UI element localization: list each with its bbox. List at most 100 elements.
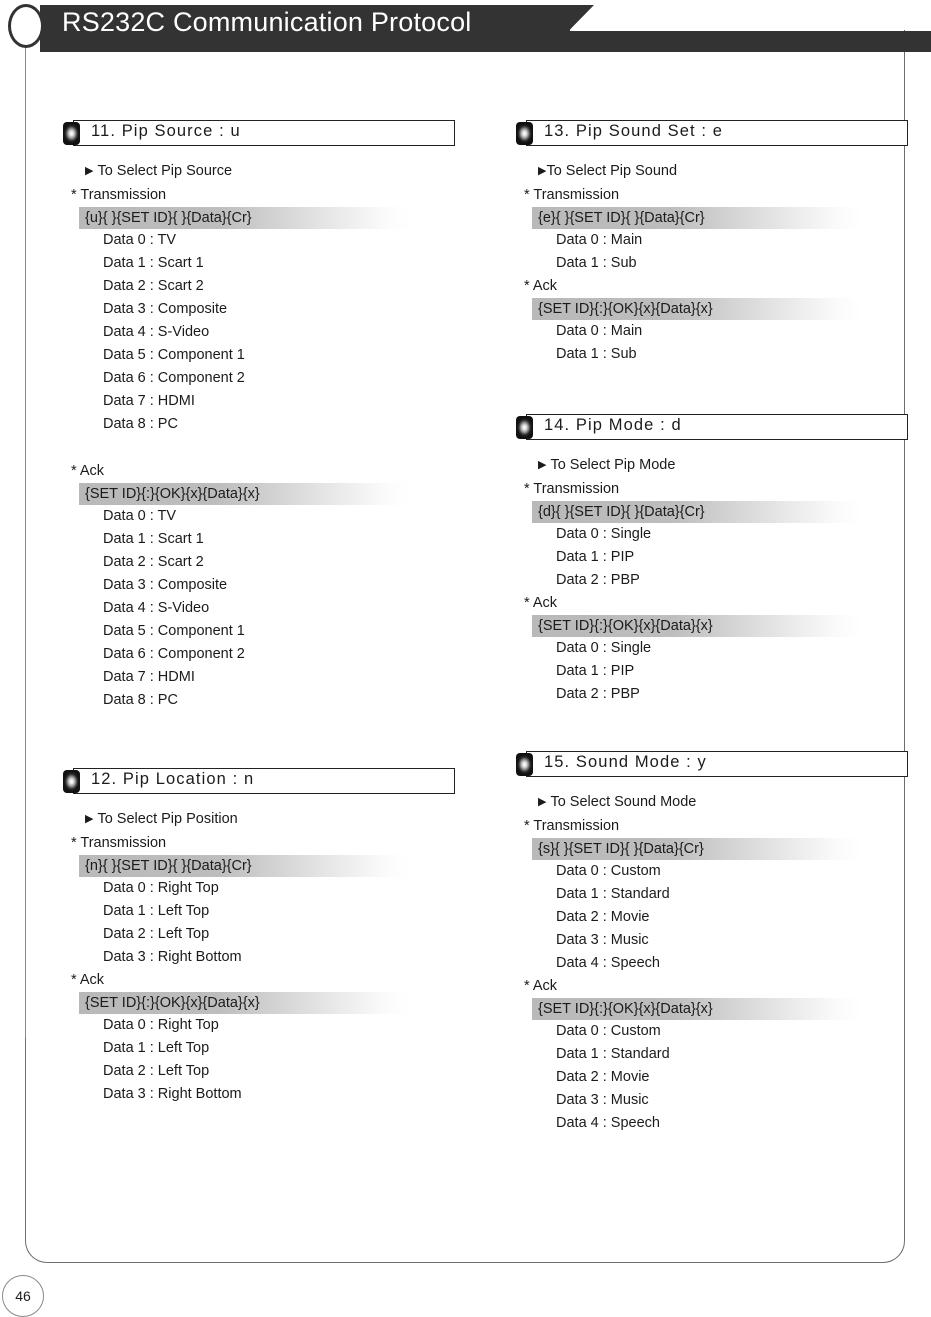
ack-label: * Ack <box>524 978 558 994</box>
transmission-data-item: Data 2 : Movie <box>556 909 650 925</box>
transmission-data-item: Data 3 : Right Bottom <box>103 949 242 965</box>
purpose-line: ▶ To Select Pip Position <box>85 808 455 832</box>
ack-data-item: Data 1 : Standard <box>556 1046 670 1062</box>
ack-data-item: Data 2 : PBP <box>556 686 640 702</box>
ack-label: * Ack <box>524 278 558 294</box>
transmission-data-item: Data 6 : Component 2 <box>103 370 245 386</box>
header-bar-wedge <box>548 5 594 52</box>
protocol-section-12: 12. Pip Location : n ▶ To Select Pip Posit… <box>55 768 455 1106</box>
ack-data-item: Data 2 : Scart 2 <box>103 554 204 570</box>
transmission-command: {s}{ }{SET ID}{ }{Data}{Cr} <box>532 838 862 860</box>
purpose-text: To Select Pip Source <box>97 163 233 179</box>
transmission-label: * Transmission <box>71 835 167 851</box>
page-number: 46 <box>2 1275 44 1317</box>
transmission-data-item: Data 1 : PIP <box>556 549 635 565</box>
ack-data-item: Data 1 : Sub <box>556 346 637 362</box>
ack-label: * Ack <box>71 463 105 479</box>
ack-data-item: Data 6 : Component 2 <box>103 646 245 662</box>
transmission-data-item: Data 2 : PBP <box>556 572 640 588</box>
transmission-command: {e}{ }{SET ID}{ }{Data}{Cr} <box>532 207 862 229</box>
bullet-marker-icon <box>63 122 80 145</box>
transmission-data-item: Data 0 : TV <box>103 232 177 248</box>
transmission-data-item: Data 1 : Left Top <box>103 903 210 919</box>
triangle-right-icon: ▶ <box>538 165 547 177</box>
section-header: 13. Pip Sound Set : e <box>508 120 908 146</box>
transmission-command: {d}{ }{SET ID}{ }{Data}{Cr} <box>532 501 862 523</box>
transmission-data-item: Data 4 : Speech <box>556 955 660 971</box>
section-header: 14. Pip Mode : d <box>508 414 908 440</box>
section-header: 15. Sound Mode : y <box>508 751 908 777</box>
purpose-line: ▶ To Select Sound Mode <box>538 791 908 815</box>
transmission-data-item: Data 0 : Main <box>556 232 643 248</box>
header-circle-decoration <box>8 4 44 48</box>
ack-command: {SET ID}{:}{OK}{x}{Data}{x} <box>532 615 862 637</box>
ack-data-item: Data 4 : Speech <box>556 1115 660 1131</box>
transmission-label: * Transmission <box>524 818 620 834</box>
section-title: 12. Pip Location : n <box>91 770 255 788</box>
ack-data-item: Data 2 : Left Top <box>103 1063 210 1079</box>
transmission-data-item: Data 0 : Right Top <box>103 880 219 896</box>
triangle-right-icon: ▶ <box>85 165 94 177</box>
ack-data-item: Data 1 : Left Top <box>103 1040 210 1056</box>
ack-data-item: Data 3 : Music <box>556 1092 649 1108</box>
ack-data-item: Data 0 : Single <box>556 640 652 656</box>
purpose-line: ▶ To Select Pip Mode <box>538 454 908 478</box>
ack-data-item: Data 1 : Scart 1 <box>103 531 204 547</box>
ack-data-item: Data 0 : Right Top <box>103 1017 219 1033</box>
transmission-label: * Transmission <box>71 187 167 203</box>
ack-data-item: Data 4 : S-Video <box>103 600 210 616</box>
protocol-section-13: 13. Pip Sound Set : e ▶To Select Pip Soun… <box>508 120 908 366</box>
section-title: 11. Pip Source : u <box>91 122 241 140</box>
section-body: ▶ To Select Pip Mode * Transmission {d}{ }{… <box>508 446 908 706</box>
protocol-section-15: 15. Sound Mode : y ▶ To Select Sound Mode *… <box>508 751 908 1135</box>
section-body: ▶ To Select Pip Source * Transmission {u}{ … <box>55 152 455 712</box>
left-column: 11. Pip Source : u ▶ To Select Pip Source *… <box>55 120 455 1106</box>
section-title: 14. Pip Mode : d <box>544 416 682 434</box>
transmission-data-item: Data 4 : S-Video <box>103 324 210 340</box>
page-title: RS232C Communication Protocol <box>62 7 472 37</box>
transmission-command: {u}{ }{SET ID}{ }{Data}{Cr} <box>79 207 409 229</box>
purpose-line: ▶To Select Pip Sound <box>538 160 908 184</box>
ack-command: {SET ID}{:}{OK}{x}{Data}{x} <box>532 298 862 320</box>
ack-data-item: Data 0 : Custom <box>556 1023 661 1039</box>
section-body: ▶To Select Pip Sound * Transmission {e}{ }… <box>508 152 908 366</box>
ack-data-item: Data 0 : TV <box>103 508 177 524</box>
ack-command: {SET ID}{:}{OK}{x}{Data}{x} <box>79 483 409 505</box>
ack-command: {SET ID}{:}{OK}{x}{Data}{x} <box>79 992 409 1014</box>
section-header: 12. Pip Location : n <box>55 768 455 794</box>
transmission-data-item: Data 2 : Scart 2 <box>103 278 204 294</box>
right-column: 13. Pip Sound Set : e ▶To Select Pip Soun… <box>508 120 908 1135</box>
triangle-right-icon: ▶ <box>538 796 547 808</box>
transmission-data-item: Data 5 : Component 1 <box>103 347 245 363</box>
purpose-text: To Select Pip Position <box>97 811 238 827</box>
transmission-data-item: Data 8 : PC <box>103 416 178 432</box>
bullet-marker-icon <box>516 753 533 776</box>
section-title: 15. Sound Mode : y <box>544 753 707 771</box>
transmission-data-item: Data 2 : Left Top <box>103 926 210 942</box>
transmission-data-item: Data 3 : Composite <box>103 301 228 317</box>
triangle-right-icon: ▶ <box>85 813 94 825</box>
ack-command: {SET ID}{:}{OK}{x}{Data}{x} <box>532 998 862 1020</box>
ack-data-item: Data 1 : PIP <box>556 663 635 679</box>
transmission-label: * Transmission <box>524 481 620 497</box>
purpose-text: To Select Pip Mode <box>550 457 676 473</box>
bullet-marker-icon <box>63 770 80 793</box>
section-title: 13. Pip Sound Set : e <box>544 122 724 140</box>
transmission-data-item: Data 1 : Sub <box>556 255 637 271</box>
purpose-line: ▶ To Select Pip Source <box>85 160 455 184</box>
ack-data-item: Data 5 : Component 1 <box>103 623 245 639</box>
page-header-banner: RS232C Communication Protocol <box>0 0 931 55</box>
purpose-text: To Select Sound Mode <box>550 794 697 810</box>
transmission-data-item: Data 3 : Music <box>556 932 649 948</box>
ack-data-item: Data 0 : Main <box>556 323 643 339</box>
transmission-data-item: Data 0 : Custom <box>556 863 661 879</box>
ack-data-item: Data 8 : PC <box>103 692 178 708</box>
protocol-section-11: 11. Pip Source : u ▶ To Select Pip Source *… <box>55 120 455 712</box>
section-body: ▶ To Select Pip Position * Transmission {n}… <box>55 800 455 1106</box>
transmission-data-item: Data 1 : Scart 1 <box>103 255 204 271</box>
ack-data-item: Data 2 : Movie <box>556 1069 650 1085</box>
ack-data-item: Data 7 : HDMI <box>103 669 195 685</box>
transmission-label: * Transmission <box>524 187 620 203</box>
header-vertical-rule <box>25 48 26 1038</box>
